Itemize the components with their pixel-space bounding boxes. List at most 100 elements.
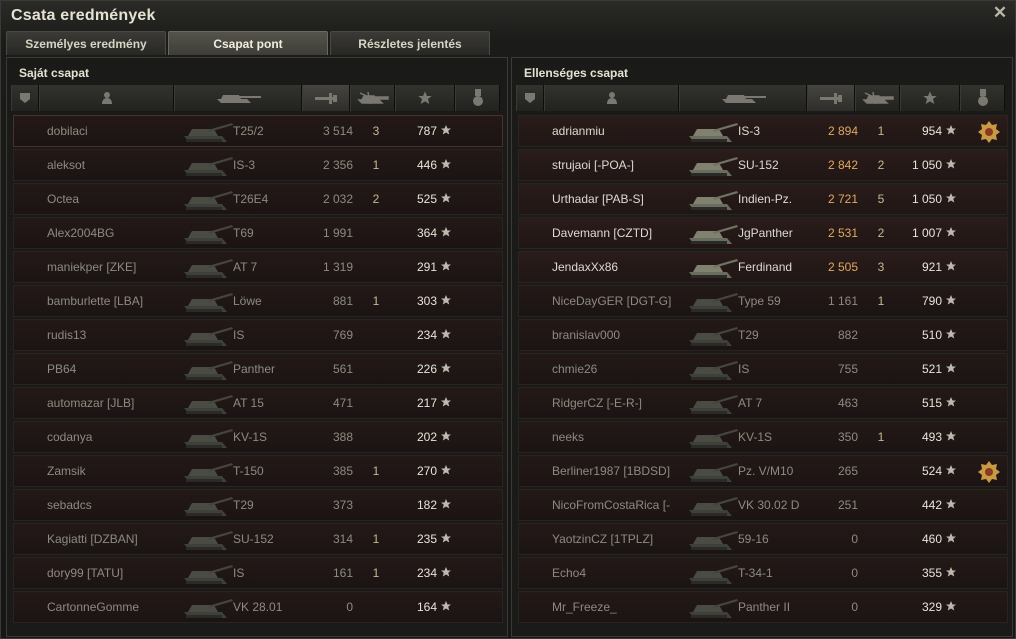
xp-value: 164 [416,600,437,614]
xp-value: 270 [416,464,437,478]
medal-icon[interactable] [978,460,1000,484]
medal-icon[interactable] [978,120,1000,144]
player-row[interactable]: neeks KV-1S 350 1 493 [518,421,1008,453]
player-row[interactable]: CartonneGomme VK 28.01 0 164 [13,591,503,623]
kills-value: 1 [877,124,885,138]
player-row[interactable]: PB64 Panther 561 226 [13,353,503,385]
player-row[interactable]: rudis13 IS 769 234 [13,319,503,351]
damage-value: 471 [332,396,353,410]
player-row[interactable]: Zamsik T-150 385 1 270 [13,455,503,487]
tank-icon [184,497,233,516]
damage-value: 314 [332,532,353,546]
damage-value: 881 [332,294,353,308]
tank-name: T69 [233,226,254,240]
tank-icon [689,599,738,618]
tab-detailed-report[interactable]: Részletes jelentés [330,31,490,55]
player-row[interactable]: JendaxXx86 Ferdinand 2 505 3 921 [518,251,1008,283]
player-row[interactable]: aleksot IS-3 2 356 1 446 [13,149,503,181]
sort-damage-header[interactable] [302,85,350,111]
tab-team-score[interactable]: Csapat pont [168,31,328,55]
player-row[interactable]: NiceDayGER [DGT-G] Type 59 1 161 1 790 [518,285,1008,317]
sort-xp-header[interactable] [395,85,455,111]
player-row[interactable]: Kagiatti [DZBAN] SU-152 314 1 235 [13,523,503,555]
xp-value: 234 [416,328,437,342]
kills-value: 1 [372,566,380,580]
player-row[interactable]: bamburlette [LBA] Löwe 881 1 303 [13,285,503,317]
player-row-self[interactable]: dobilaci T25/2 3 514 3 787 [13,115,503,147]
player-row[interactable]: Mr_Freeze_ Panther II 0 329 [518,591,1008,623]
sort-kills-header[interactable] [855,85,900,111]
battle-results-window: Csata eredmények ✕ Személyes eredmény Cs… [0,0,1016,639]
tank-icon [184,599,233,618]
xp-value: 442 [921,498,942,512]
xp-value: 525 [416,192,437,206]
kills-value [871,524,891,554]
player-row[interactable]: codanya KV-1S 388 202 [13,421,503,453]
sort-player-header[interactable] [544,85,679,111]
sort-xp-header[interactable] [900,85,960,111]
star-icon [946,125,956,135]
player-row[interactable]: branislav000 T29 882 510 [518,319,1008,351]
star-icon [946,261,956,271]
window-title: Csata eredmények [11,7,156,24]
sort-damage-header[interactable] [807,85,855,111]
tab-personal-result[interactable]: Személyes eredmény [6,31,166,55]
player-row[interactable]: Echo4 T-34-1 0 355 [518,557,1008,589]
player-row[interactable]: NicoFromCostaRica [- VK 30.02 D 251 442 [518,489,1008,521]
player-row[interactable]: Octea T26E4 2 032 2 525 [13,183,503,215]
tank-name: T29 [738,328,759,342]
sort-tier-header[interactable] [516,85,544,111]
xp-value: 1 050 [911,158,942,172]
player-row[interactable]: sebadcs T29 373 182 [13,489,503,521]
player-row[interactable]: chmie26 IS 755 521 [518,353,1008,385]
kills-value [871,354,891,384]
tank-icon [689,361,738,380]
player-row[interactable]: Davemann [CZTD] JgPanther 2 531 2 1 007 [518,217,1008,249]
player-row[interactable]: Berliner1987 [1BDSD] Pz. V/M10 265 524 [518,455,1008,487]
star-icon [946,295,956,305]
sort-tier-header[interactable] [11,85,39,111]
star-icon [946,363,956,373]
own-team-title: Saját csapat [19,66,90,80]
damage-value: 2 356 [322,158,353,172]
sort-tank-header[interactable] [679,85,807,111]
sort-medal-header[interactable] [960,85,1005,111]
star-icon [946,567,956,577]
damage-value: 2 032 [322,192,353,206]
star-icon [441,295,451,305]
sort-kills-header[interactable] [350,85,395,111]
star-icon [946,193,956,203]
xp-value: 355 [921,566,942,580]
enemy-team-title: Ellenséges csapat [524,66,629,80]
tank-icon [689,191,738,210]
player-row[interactable]: automazar [JLB] AT 15 471 217 [13,387,503,419]
damage-value: 882 [837,328,858,342]
tank-icon [184,191,233,210]
player-row[interactable]: strujaoi [-POA-] SU-152 2 842 2 1 050 [518,149,1008,181]
player-row[interactable]: Urthadar [PAB-S] Indien-Pz. 2 721 5 1 050 [518,183,1008,215]
star-icon [946,431,956,441]
player-row[interactable]: dory99 [TATU] IS 161 1 234 [13,557,503,589]
sort-tank-header[interactable] [174,85,302,111]
close-icon[interactable]: ✕ [991,4,1009,22]
tank-name: T-34-1 [738,566,773,580]
player-row[interactable]: maniekper [ZKE] AT 71 319 291 [13,251,503,283]
star-icon [441,499,451,509]
tank-icon [184,395,233,414]
xp-value: 1 007 [911,226,942,240]
tab-bar: Személyes eredmény Csapat pont Részletes… [6,31,492,55]
tank-name: Panther II [738,600,791,614]
sort-player-header[interactable] [39,85,174,111]
damage-value: 0 [851,532,858,546]
medal-icon [977,89,988,106]
kills-value [871,490,891,520]
tank-name: KV-1S [233,430,268,444]
player-row[interactable]: Alex2004BG T69 1 991 364 [13,217,503,249]
enemy-team-panel: Ellenséges csapat adrianmiu IS-3 2 894 1… [511,57,1013,637]
player-row[interactable]: RidgerCZ [-E-R-] AT 7 463 515 [518,387,1008,419]
star-icon [441,533,451,543]
player-row[interactable]: adrianmiu IS-3 2 894 1 954 [518,115,1008,147]
player-row[interactable]: YaotzinCZ [1TPLZ] 59-16 0 460 [518,523,1008,555]
sort-medal-header[interactable] [455,85,500,111]
damage-value: 561 [332,362,353,376]
